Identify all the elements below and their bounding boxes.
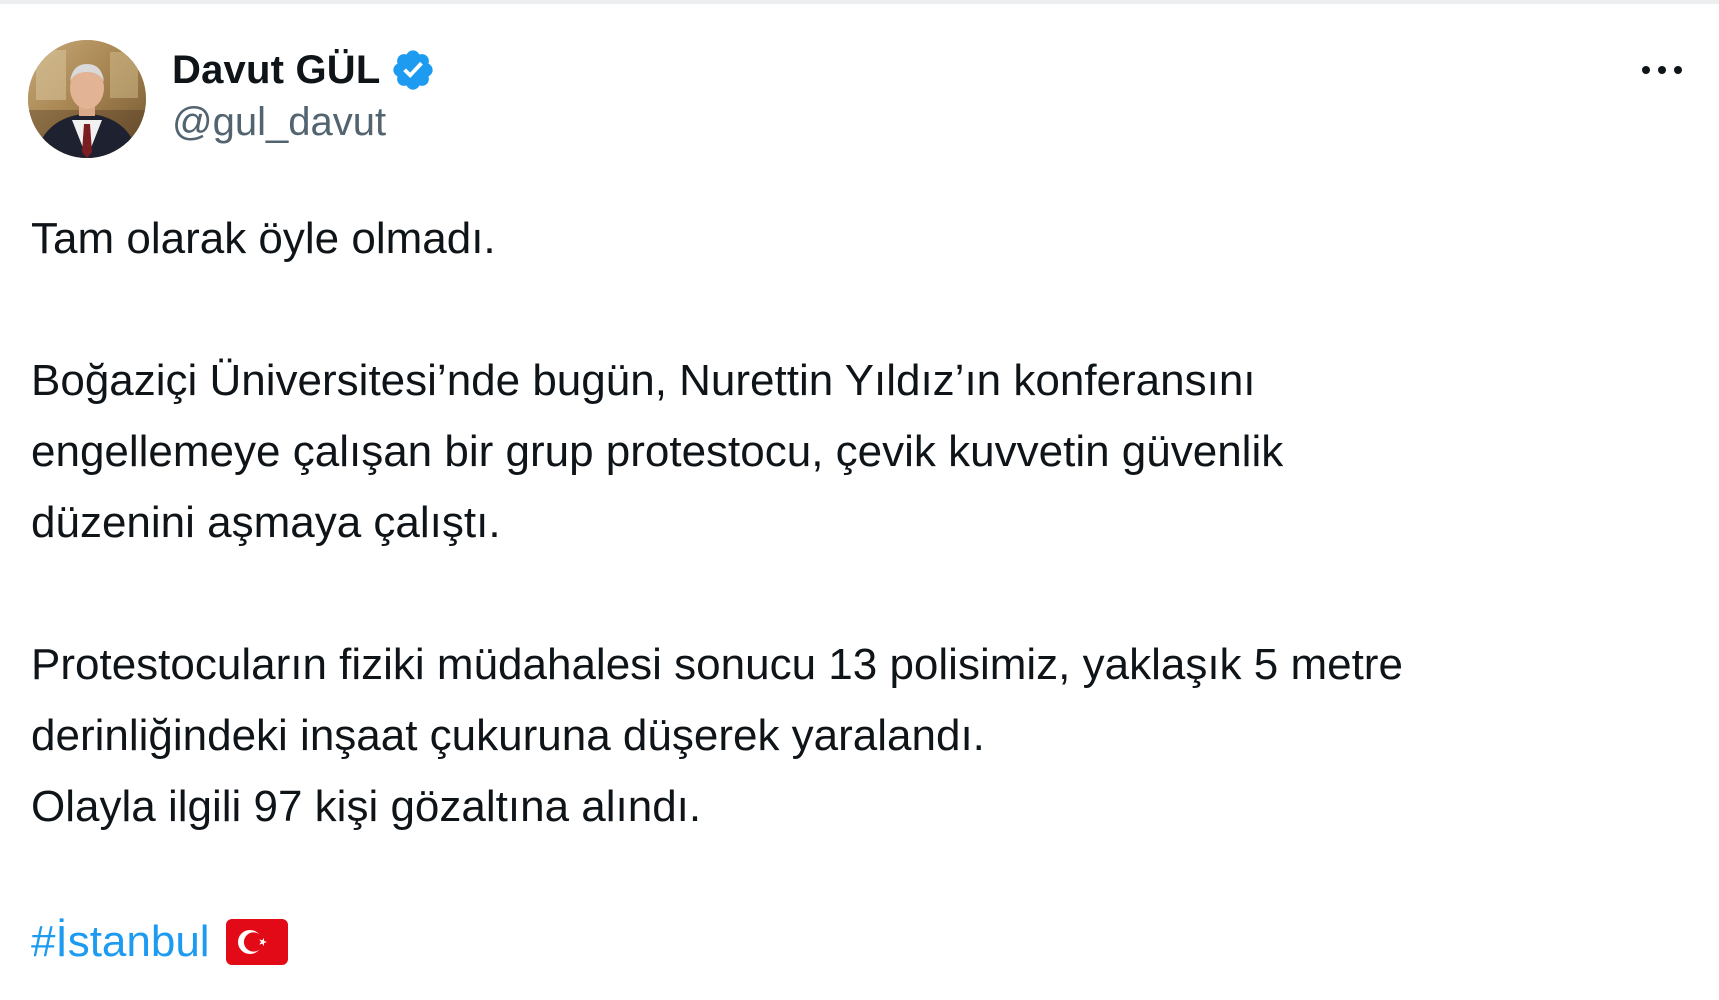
tweet-card: Davut GÜL @gul_davut Tam olarak öyle olm… — [0, 0, 1719, 1000]
hashtag-link[interactable]: #İstanbul — [31, 917, 210, 967]
tweet-line: Boğaziçi Üniversitesi’nde bugün, Nuretti… — [31, 356, 1256, 405]
tweet-line: Tam olarak öyle olmadı. — [31, 214, 496, 263]
author-handle[interactable]: @gul_davut — [172, 100, 386, 145]
tweet-line: engellemeye çalışan bir grup protestocu,… — [31, 427, 1284, 476]
author-name-row[interactable]: Davut GÜL — [172, 44, 436, 96]
author-display-name[interactable]: Davut GÜL — [172, 48, 380, 93]
tweet-line: Olayla ilgili 97 kişi gözaltına alındı. — [31, 782, 702, 831]
more-horizontal-icon — [1642, 66, 1682, 74]
tweet-text: Tam olarak öyle olmadı. Boğaziçi Ünivers… — [31, 203, 1691, 842]
tweet-line: düzenini aşmaya çalıştı. — [31, 498, 501, 547]
tweet-line: derinliğindeki inşaat çukuruna düşerek y… — [31, 711, 985, 760]
turkey-flag-icon — [225, 919, 288, 965]
tweet-line: Protestocuların fiziki müdahalesi sonucu… — [31, 640, 1403, 689]
hashtag-row: #İstanbul — [31, 912, 288, 972]
verified-badge-icon[interactable] — [390, 47, 436, 93]
avatar[interactable] — [28, 40, 146, 158]
avatar-photo — [28, 40, 146, 158]
more-options-button[interactable] — [1632, 50, 1692, 90]
